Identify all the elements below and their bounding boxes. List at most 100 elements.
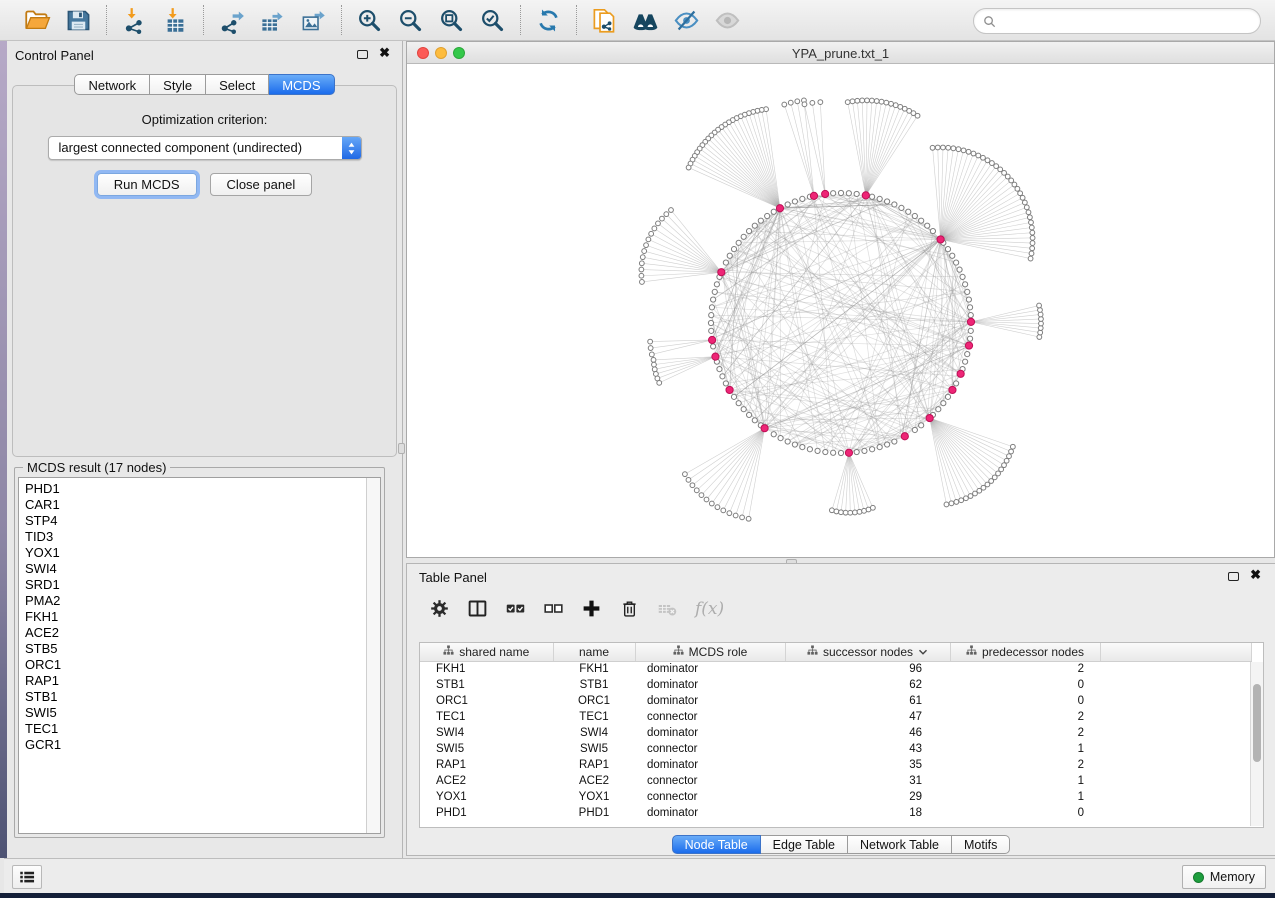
cell-successor-nodes[interactable]: 29: [785, 789, 950, 805]
cell-shared-name[interactable]: TEC1: [420, 709, 553, 725]
cell-successor-nodes[interactable]: 46: [785, 725, 950, 741]
cell-MCDS-role[interactable]: dominator: [635, 661, 785, 677]
cell-MCDS-role[interactable]: connector: [635, 789, 785, 805]
tab-select[interactable]: Select: [206, 74, 269, 95]
save-session-icon[interactable]: [65, 7, 92, 34]
hide-selected-icon[interactable]: [673, 7, 700, 34]
cell-name[interactable]: YOX1: [553, 789, 635, 805]
table-row[interactable]: YOX1YOX1connector291: [420, 789, 1251, 805]
cell-predecessor-nodes[interactable]: 2: [950, 709, 1100, 725]
float-table-panel-icon[interactable]: [1228, 572, 1239, 581]
cell-shared-name[interactable]: RAP1: [420, 757, 553, 773]
table-tab-motifs[interactable]: Motifs: [952, 835, 1010, 854]
network-from-selection-icon[interactable]: [591, 7, 618, 34]
cell-name[interactable]: TEC1: [553, 709, 635, 725]
open-file-icon[interactable]: [24, 7, 51, 34]
mcds-result-item[interactable]: STP4: [19, 513, 380, 529]
mcds-result-item[interactable]: ACE2: [19, 625, 380, 641]
cell-predecessor-nodes[interactable]: 0: [950, 677, 1100, 693]
export-table-icon[interactable]: [259, 7, 286, 34]
mcds-result-item[interactable]: PHD1: [19, 481, 380, 497]
cell-shared-name[interactable]: FKH1: [420, 661, 553, 677]
cell-successor-nodes[interactable]: 35: [785, 757, 950, 773]
mcds-result-item[interactable]: SWI5: [19, 705, 380, 721]
cell-MCDS-role[interactable]: connector: [635, 709, 785, 725]
network-canvas[interactable]: [407, 64, 1274, 557]
cell-successor-nodes[interactable]: 96: [785, 661, 950, 677]
table-row[interactable]: ORC1ORC1dominator610: [420, 693, 1251, 709]
mcds-result-item[interactable]: RAP1: [19, 673, 380, 689]
close-panel-button[interactable]: Close panel: [210, 173, 313, 196]
mcds-result-item[interactable]: GCR1: [19, 737, 380, 753]
cell-MCDS-role[interactable]: dominator: [635, 725, 785, 741]
mcds-result-list[interactable]: PHD1CAR1STP4TID3YOX1SWI4SRD1PMA2FKH1ACE2…: [18, 477, 381, 834]
tab-network[interactable]: Network: [74, 74, 150, 95]
search-box[interactable]: [973, 8, 1261, 34]
mcds-result-item[interactable]: TID3: [19, 529, 380, 545]
cell-successor-nodes[interactable]: 47: [785, 709, 950, 725]
cell-shared-name[interactable]: ACE2: [420, 773, 553, 789]
cell-predecessor-nodes[interactable]: 1: [950, 773, 1100, 789]
cell-predecessor-nodes[interactable]: 0: [950, 693, 1100, 709]
export-image-icon[interactable]: [300, 7, 327, 34]
mcds-result-item[interactable]: STB5: [19, 641, 380, 657]
cell-shared-name[interactable]: SWI5: [420, 741, 553, 757]
column-header-successor-nodes[interactable]: successor nodes: [785, 643, 950, 661]
cell-name[interactable]: SWI4: [553, 725, 635, 741]
cell-shared-name[interactable]: SWI4: [420, 725, 553, 741]
show-columns-icon[interactable]: [467, 598, 488, 619]
mcds-result-item[interactable]: FKH1: [19, 609, 380, 625]
cell-name[interactable]: STB1: [553, 677, 635, 693]
zoom-out-icon[interactable]: [397, 7, 424, 34]
export-network-icon[interactable]: [218, 7, 245, 34]
table-row[interactable]: TEC1TEC1connector472: [420, 709, 1251, 725]
cell-MCDS-role[interactable]: connector: [635, 741, 785, 757]
apply-layout-icon[interactable]: [535, 7, 562, 34]
node-table[interactable]: shared namenameMCDS rolesuccessor nodesp…: [419, 642, 1264, 828]
close-panel-icon[interactable]: ✖: [379, 45, 390, 61]
table-row[interactable]: ACE2ACE2connector311: [420, 773, 1251, 789]
cell-shared-name[interactable]: YOX1: [420, 789, 553, 805]
zoom-selected-icon[interactable]: [479, 7, 506, 34]
cell-MCDS-role[interactable]: dominator: [635, 677, 785, 693]
cell-successor-nodes[interactable]: 43: [785, 741, 950, 757]
cell-name[interactable]: PHD1: [553, 805, 635, 821]
cell-predecessor-nodes[interactable]: 0: [950, 805, 1100, 821]
cell-predecessor-nodes[interactable]: 1: [950, 741, 1100, 757]
cell-shared-name[interactable]: PHD1: [420, 805, 553, 821]
mcds-result-item[interactable]: SRD1: [19, 577, 380, 593]
import-table-icon[interactable]: [162, 7, 189, 34]
network-window-titlebar[interactable]: YPA_prune.txt_1: [407, 42, 1274, 64]
cell-name[interactable]: RAP1: [553, 757, 635, 773]
cell-predecessor-nodes[interactable]: 2: [950, 725, 1100, 741]
run-mcds-button[interactable]: Run MCDS: [97, 173, 197, 196]
float-panel-icon[interactable]: [357, 50, 368, 59]
cell-predecessor-nodes[interactable]: 2: [950, 757, 1100, 773]
vertical-splitter-handle[interactable]: [398, 443, 405, 454]
mcds-result-item[interactable]: ORC1: [19, 657, 380, 673]
cell-name[interactable]: FKH1: [553, 661, 635, 677]
select-all-icon[interactable]: [505, 598, 526, 619]
create-column-icon[interactable]: [581, 598, 602, 619]
table-mode-gear-icon[interactable]: [429, 598, 450, 619]
table-row[interactable]: STB1STB1dominator620: [420, 677, 1251, 693]
close-table-panel-icon[interactable]: ✖: [1250, 567, 1261, 583]
table-row[interactable]: PHD1PHD1dominator180: [420, 805, 1251, 821]
memory-button[interactable]: Memory: [1182, 865, 1266, 889]
deselect-all-icon[interactable]: [543, 598, 564, 619]
mcds-result-item[interactable]: YOX1: [19, 545, 380, 561]
zoom-in-icon[interactable]: [356, 7, 383, 34]
cell-MCDS-role[interactable]: dominator: [635, 757, 785, 773]
table-row[interactable]: SWI4SWI4dominator462: [420, 725, 1251, 741]
column-header-MCDS-role[interactable]: MCDS role: [635, 643, 785, 661]
table-row[interactable]: RAP1RAP1dominator352: [420, 757, 1251, 773]
show-all-icon[interactable]: [714, 7, 741, 34]
column-header-name[interactable]: name: [553, 643, 635, 661]
cell-MCDS-role[interactable]: connector: [635, 773, 785, 789]
find-icon[interactable]: [632, 7, 659, 34]
table-row[interactable]: SWI5SWI5connector431: [420, 741, 1251, 757]
column-header-predecessor-nodes[interactable]: predecessor nodes: [950, 643, 1100, 661]
cell-successor-nodes[interactable]: 31: [785, 773, 950, 789]
cell-predecessor-nodes[interactable]: 1: [950, 789, 1100, 805]
criterion-dropdown[interactable]: largest connected component (undirected): [48, 136, 362, 160]
